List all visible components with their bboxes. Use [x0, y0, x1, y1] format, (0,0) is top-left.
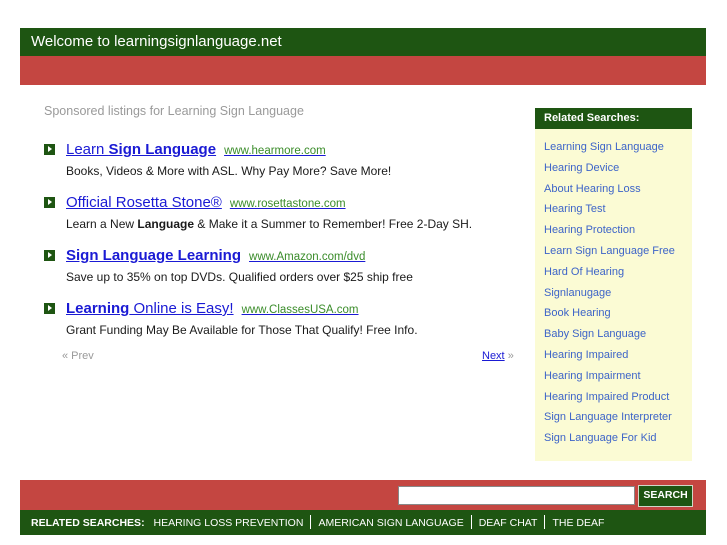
footer-related-bar: RELATED SEARCHES: HEARING LOSS PREVENTIO… [20, 510, 706, 535]
arrow-bullet-icon [44, 250, 55, 261]
ad-title-keyword: Learning [66, 300, 130, 317]
arrow-bullet-icon [44, 144, 55, 155]
related-search-link[interactable]: Hard Of Hearing [544, 266, 675, 287]
footer-divider [470, 515, 472, 529]
sponsored-label: Sponsored listings for Learning Sign Lan… [44, 104, 304, 118]
search-button[interactable]: SEARCH [638, 485, 693, 507]
search-input[interactable] [398, 486, 635, 505]
related-search-link[interactable]: Learning Sign Language [544, 141, 675, 162]
site-title: Welcome to learningsignlanguage.net [31, 33, 282, 50]
related-searches-panel: Related Searches: Learning Sign Language… [535, 108, 692, 461]
ad-description: Grant Funding May Be Available for Those… [66, 323, 418, 337]
ad-url[interactable]: www.hearmore.com [224, 145, 326, 157]
arrow-bullet-icon [44, 197, 55, 208]
footer-divider [544, 515, 546, 529]
header-band [20, 56, 706, 85]
pager-prev: « Prev [62, 350, 94, 362]
related-search-link[interactable]: Hearing Device [544, 162, 675, 183]
ad-title-link[interactable]: Learn Sign Language www.hearmore.com [66, 141, 326, 158]
related-search-link[interactable]: Sign Language For Kid [544, 432, 675, 453]
footer-link[interactable]: THE DEAF [552, 517, 604, 529]
related-search-link[interactable]: Sign Language Interpreter [544, 411, 675, 432]
ad-title-text: Official Rosetta Stone® [66, 194, 222, 211]
pager-next: Next » [482, 350, 514, 362]
related-search-link[interactable]: Hearing Test [544, 203, 675, 224]
footer-link[interactable]: AMERICAN SIGN LANGUAGE [318, 517, 463, 529]
ad-description-keyword: Language [137, 217, 195, 231]
related-heading-text: Related Searches: [544, 112, 640, 124]
ad-title-link[interactable]: Sign Language Learning www.Amazon.com/dvd [66, 247, 365, 264]
ad-description-text: Grant Funding May Be Available for Those… [66, 323, 418, 337]
site-header: Welcome to learningsignlanguage.net [20, 28, 706, 56]
footer-link[interactable]: HEARING LOSS PREVENTION [153, 517, 303, 529]
related-search-link[interactable]: Learn Sign Language Free [544, 245, 675, 266]
ad-title-keyword: Sign Language [108, 141, 217, 158]
footer-related-searches: RELATED SEARCHES: HEARING LOSS PREVENTIO… [31, 515, 604, 530]
search-bar: SEARCH [20, 480, 706, 510]
ad-description: Save up to 35% on top DVDs. Qualified or… [66, 270, 413, 284]
ad-url[interactable]: www.Amazon.com/dvd [249, 251, 365, 263]
ad-title-link[interactable]: Learning Online is Easy! www.ClassesUSA.c… [66, 300, 359, 317]
ad-title-keyword: Sign Language Learning [66, 247, 242, 264]
ad-url[interactable]: www.ClassesUSA.com [242, 304, 359, 316]
related-search-link[interactable]: Hearing Impairment [544, 370, 675, 391]
related-search-link[interactable]: Baby Sign Language [544, 328, 675, 349]
ad-title-text: Learn [66, 141, 109, 158]
related-search-link[interactable]: Signlanugage [544, 287, 675, 308]
related-search-link[interactable]: About Hearing Loss [544, 183, 675, 204]
related-search-link[interactable]: Hearing Impaired Product [544, 391, 675, 412]
ad-title-link[interactable]: Official Rosetta Stone® www.rosettastone.… [66, 194, 346, 211]
ad-description: Learn a New Language & Make it a Summer … [66, 217, 472, 231]
related-search-link[interactable]: Hearing Impaired [544, 349, 675, 370]
ad-description-text: Books, Videos & More with ASL. Why Pay M… [66, 164, 392, 178]
related-search-link[interactable]: Hearing Protection [544, 224, 675, 245]
ad-description-text: & Make it a Summer to Remember! Free 2-D… [194, 217, 473, 231]
related-searches-heading: Related Searches: [535, 108, 692, 129]
related-search-link[interactable]: Book Hearing [544, 307, 675, 328]
ad-description-text: Learn a New [66, 217, 138, 231]
footer-related-label: RELATED SEARCHES: [31, 516, 145, 529]
related-searches-list: Learning Sign Language Hearing Device Ab… [544, 141, 675, 453]
ad-description-text: Save up to 35% on top DVDs. Qualified or… [66, 270, 413, 284]
footer-link[interactable]: DEAF CHAT [479, 517, 538, 529]
arrow-bullet-icon [44, 303, 55, 314]
ad-title-text: Online is Easy! [129, 300, 234, 317]
next-page-link[interactable]: Next [482, 350, 505, 362]
ad-url[interactable]: www.rosettastone.com [230, 198, 346, 210]
double-chevron-right-icon: » [507, 350, 514, 362]
footer-divider [310, 515, 312, 529]
ad-description: Books, Videos & More with ASL. Why Pay M… [66, 164, 391, 178]
